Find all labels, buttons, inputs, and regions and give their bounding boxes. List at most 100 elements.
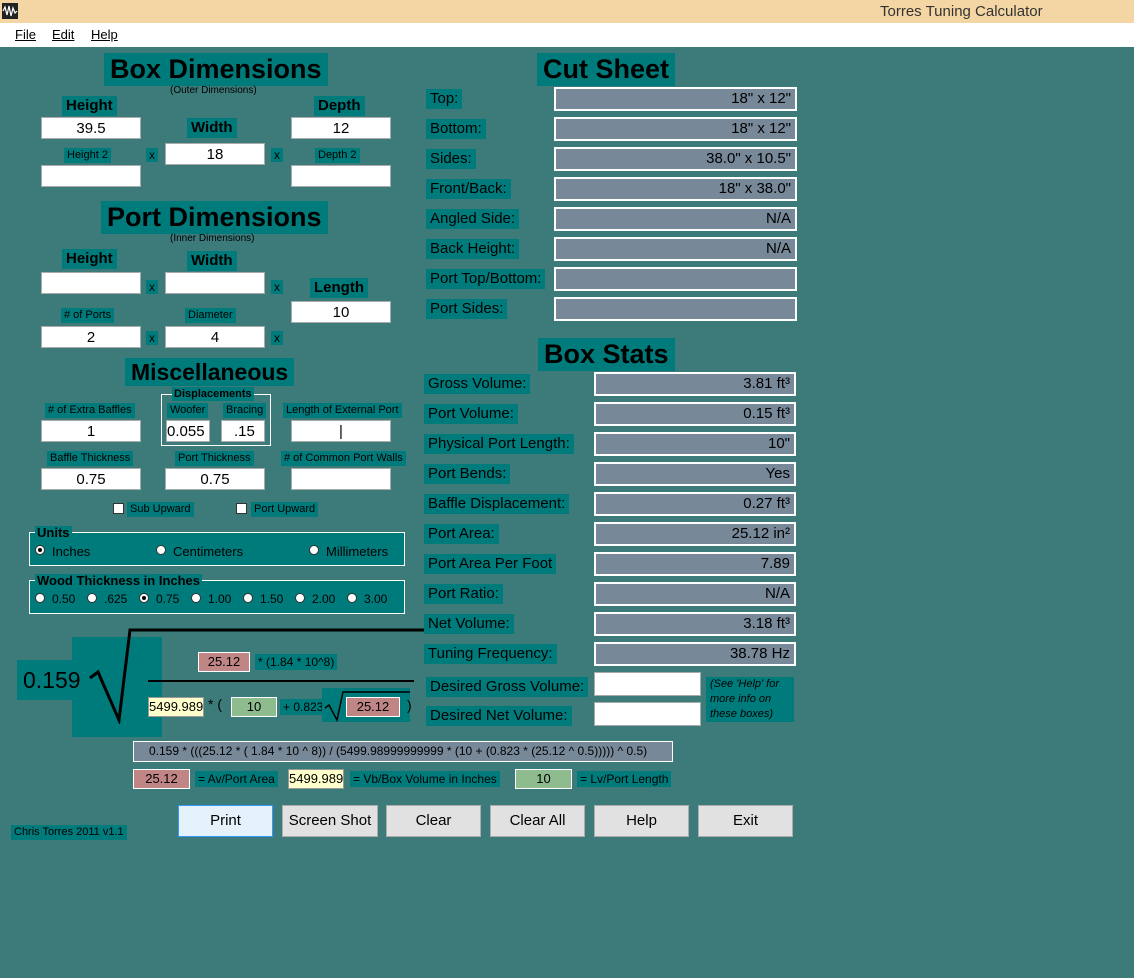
radio-centimeters[interactable]	[156, 545, 166, 555]
port-length-input[interactable]: 10	[291, 301, 391, 323]
box-depth-label: Depth	[314, 96, 365, 116]
wood-option: 1.50	[260, 592, 284, 606]
formula-plus: + 0.823	[280, 699, 327, 715]
units-option-inches: Inches	[52, 544, 91, 559]
extra-baffles-input[interactable]: 1	[41, 420, 141, 442]
radio-wood-075[interactable]	[139, 593, 149, 603]
extra-baffles-label: # of Extra Baffles	[45, 403, 135, 418]
clear-all-button[interactable]: Clear All	[490, 805, 585, 837]
port-dimensions-subtitle: (Inner Dimensions)	[170, 233, 255, 244]
formula-lv: 10	[231, 697, 277, 717]
stat-row-label: Baffle Displacement:	[424, 494, 570, 514]
stat-row-label: Port Area:	[424, 524, 499, 544]
stat-row-label: Port Volume:	[424, 404, 518, 424]
cut-sheet-row-value: 18" x 12"	[554, 87, 797, 111]
box-height-label: Height	[62, 96, 117, 116]
desired-net-input[interactable]	[594, 702, 701, 726]
ports-count-input[interactable]: 2	[41, 326, 141, 348]
exit-button[interactable]: Exit	[698, 805, 793, 837]
sub-upward-checkbox[interactable]	[113, 503, 124, 514]
box-height2-label: Height 2	[64, 148, 111, 163]
wood-option: 3.00	[364, 592, 388, 606]
x-mark: x	[271, 280, 283, 294]
radio-millimeters[interactable]	[309, 545, 319, 555]
formula-vb: 5499.989	[148, 697, 204, 717]
desired-gross-input[interactable]	[594, 672, 701, 696]
units-option-millimeters: Millimeters	[326, 544, 389, 559]
cut-sheet-row-label: Top:	[426, 89, 463, 109]
baffle-thickness-input[interactable]: 0.75	[41, 468, 141, 490]
woofer-input[interactable]: 0.055	[166, 420, 210, 442]
menu-edit[interactable]: Edit	[52, 27, 74, 42]
stat-row-value: 0.27 ft³	[594, 492, 796, 516]
wood-option: 0.75	[156, 592, 180, 606]
stat-row-value: 3.81 ft³	[594, 372, 796, 396]
x-mark: x	[146, 148, 158, 162]
wood-thickness-title: Wood Thickness in Inches	[35, 573, 203, 588]
menu-help[interactable]: Help	[91, 27, 118, 42]
radio-wood-200[interactable]	[295, 593, 305, 603]
window-title: Torres Tuning Calculator	[880, 3, 1043, 20]
legend-av-label: = Av/Port Area	[195, 771, 278, 787]
formula-open: * (	[208, 696, 222, 712]
legend-vb-label: = Vb/Box Volume in Inches	[350, 771, 500, 787]
port-diameter-input[interactable]: 4	[165, 326, 265, 348]
stat-row-value: 7.89	[594, 552, 796, 576]
menu-bar	[0, 23, 1134, 47]
radio-wood-0625[interactable]	[87, 593, 97, 603]
stat-row-value: 25.12 in²	[594, 522, 796, 546]
woofer-label: Woofer	[167, 403, 209, 418]
stat-row-value: 0.15 ft³	[594, 402, 796, 426]
cut-sheet-row-label: Port Sides:	[426, 299, 508, 319]
ports-count-label: # of Ports	[61, 308, 115, 323]
stat-row-value: N/A	[594, 582, 796, 606]
desired-help-note: (See 'Help' for more info on these boxes…	[706, 677, 794, 722]
formula-av-inner: 25.12	[346, 697, 400, 717]
box-height2-input[interactable]	[41, 165, 141, 187]
stat-row-label: Net Volume:	[424, 614, 514, 634]
stat-row-label: Port Ratio:	[424, 584, 503, 604]
cut-sheet-row-label: Port Top/Bottom:	[426, 269, 546, 289]
port-height-label: Height	[62, 249, 117, 269]
print-button[interactable]: Print	[178, 805, 273, 837]
formula-coefficient: 0.159	[23, 667, 81, 693]
units-title: Units	[35, 525, 72, 540]
port-width-input[interactable]	[165, 272, 265, 294]
box-depth2-input[interactable]	[291, 165, 391, 187]
common-walls-input[interactable]	[291, 468, 391, 490]
displacements-label: Displacements	[172, 387, 254, 401]
box-height-input[interactable]: 39.5	[41, 117, 141, 139]
port-upward-label: Port Upward	[251, 502, 319, 517]
port-thickness-input[interactable]: 0.75	[165, 468, 265, 490]
desired-net-label: Desired Net Volume:	[426, 706, 572, 726]
cut-sheet-row-label: Back Height:	[426, 239, 520, 259]
external-port-input[interactable]: |	[291, 420, 391, 442]
radio-wood-050[interactable]	[35, 593, 45, 603]
bracing-input[interactable]: .15	[221, 420, 265, 442]
port-height-input[interactable]	[41, 272, 141, 294]
cut-sheet-row-value: N/A	[554, 237, 797, 261]
radio-wood-150[interactable]	[243, 593, 253, 603]
port-dimensions-title: Port Dimensions	[101, 201, 328, 234]
cut-sheet-row-label: Front/Back:	[426, 179, 511, 199]
stat-row-value: 38.78 Hz	[594, 642, 796, 666]
screen-shot-button[interactable]: Screen Shot	[282, 805, 378, 837]
cut-sheet-row-value	[554, 297, 797, 321]
radio-wood-100[interactable]	[191, 593, 201, 603]
cut-sheet-title: Cut Sheet	[537, 53, 676, 86]
help-button[interactable]: Help	[594, 805, 689, 837]
radio-wood-300[interactable]	[347, 593, 357, 603]
stat-row-value: Yes	[594, 462, 796, 486]
stat-row-label: Port Area Per Foot	[424, 554, 557, 574]
radio-inches[interactable]	[35, 545, 45, 555]
box-dimensions-title: Box Dimensions	[104, 53, 328, 86]
box-width-input[interactable]: 18	[165, 143, 265, 165]
menu-file[interactable]: File	[15, 27, 36, 42]
stat-row-label: Port Bends:	[424, 464, 511, 484]
credit-text: Chris Torres 2011 v1.1	[11, 825, 127, 840]
formula-av-top: 25.12	[198, 652, 250, 672]
clear-button[interactable]: Clear	[386, 805, 481, 837]
port-upward-checkbox[interactable]	[236, 503, 247, 514]
formula-multiplier: * (1.84 * 10^8)	[255, 654, 338, 670]
box-depth-input[interactable]: 12	[291, 117, 391, 139]
